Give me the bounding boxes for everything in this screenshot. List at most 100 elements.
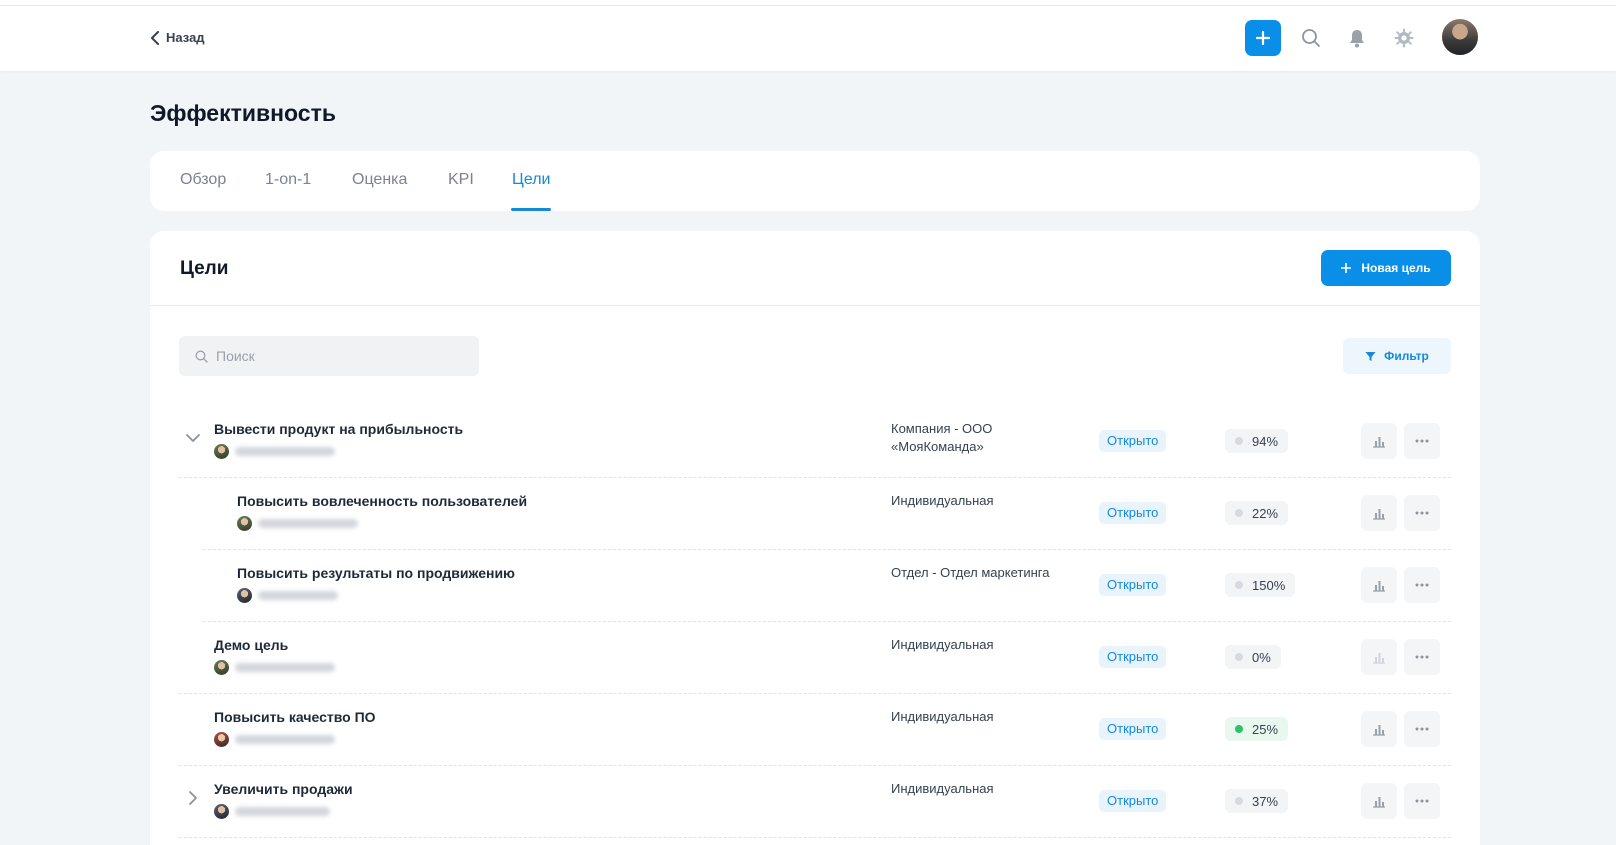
progress-dot — [1235, 797, 1243, 805]
more-horizontal-icon — [1415, 583, 1429, 587]
more-button[interactable] — [1404, 783, 1440, 819]
plus-icon — [1341, 263, 1352, 273]
goal-owner — [214, 732, 335, 747]
chart-button[interactable] — [1361, 711, 1397, 747]
status-badge: Открыто — [1099, 430, 1167, 452]
goal-row[interactable]: Повысить качество ПО Индивидуальная Откр… — [179, 694, 1451, 766]
status-badge: Открыто — [1099, 574, 1167, 596]
status-badge: Открыто — [1099, 790, 1167, 812]
goal-title[interactable]: Повысить вовлеченность пользователей — [237, 493, 527, 509]
bar-chart-icon — [1373, 653, 1385, 664]
goal-owner — [214, 660, 335, 675]
goal-type: Индивидуальная — [891, 709, 994, 724]
owner-avatar — [214, 660, 229, 675]
search-input[interactable] — [216, 348, 456, 364]
search-icon — [195, 350, 208, 363]
goal-title[interactable]: Демо цель — [214, 637, 288, 653]
goals-card: Цели Новая цель Фильтр Вывести продукт н… — [150, 231, 1480, 845]
progress-value: 94% — [1252, 433, 1279, 449]
bar-chart-icon — [1373, 725, 1385, 736]
user-avatar[interactable] — [1440, 17, 1480, 57]
goal-row[interactable]: Демо цель Индивидуальная Открыто 0% — [179, 622, 1451, 694]
goal-title[interactable]: Повысить качество ПО — [214, 709, 376, 725]
goals-list: Вывести продукт на прибыльность Компания… — [179, 406, 1451, 838]
back-label: Назад — [166, 30, 205, 45]
goal-row[interactable]: Повысить результаты по продвижению Отдел… — [203, 550, 1451, 622]
owner-avatar — [237, 588, 252, 603]
progress-badge: 0% — [1225, 645, 1281, 669]
goal-owner — [214, 804, 330, 819]
divider — [150, 305, 1480, 306]
more-button[interactable] — [1404, 711, 1440, 747]
quick-add-button[interactable] — [1245, 20, 1281, 56]
bar-chart-icon — [1373, 581, 1385, 592]
progress-dot — [1235, 653, 1243, 661]
progress-badge: 37% — [1225, 789, 1289, 813]
goal-owner — [214, 444, 335, 459]
goal-owner — [237, 516, 358, 531]
tab-goals[interactable]: Цели — [512, 171, 550, 189]
owner-name-blurred — [235, 663, 335, 672]
goal-row[interactable]: Повысить вовлеченность пользователей Инд… — [203, 478, 1451, 550]
goals-section-title: Цели — [180, 258, 229, 279]
goal-type: Отдел - Отдел маркетинга — [891, 565, 1050, 580]
owner-avatar — [214, 444, 229, 459]
tab-kpi[interactable]: KPI — [448, 171, 474, 189]
progress-dot — [1235, 509, 1243, 517]
progress-value: 22% — [1252, 505, 1279, 521]
chart-button[interactable] — [1361, 567, 1397, 603]
back-button[interactable]: Назад — [150, 30, 205, 45]
progress-badge: 25% — [1225, 717, 1289, 741]
owner-avatar — [237, 516, 252, 531]
status-badge: Открыто — [1099, 718, 1167, 740]
top-bar: Назад — [0, 6, 1616, 71]
bar-chart-icon — [1373, 509, 1385, 520]
bar-chart-icon — [1373, 797, 1385, 808]
chart-button[interactable] — [1361, 495, 1397, 531]
chevron-down-icon[interactable] — [185, 430, 201, 446]
chart-button[interactable] — [1361, 423, 1397, 459]
gear-icon — [1394, 28, 1414, 48]
settings-button[interactable] — [1391, 25, 1417, 51]
more-horizontal-icon — [1415, 511, 1429, 515]
progress-badge: 94% — [1225, 429, 1289, 453]
goal-title[interactable]: Увеличить продажи — [214, 781, 353, 797]
progress-dot — [1235, 581, 1243, 589]
search-icon — [1302, 29, 1320, 47]
bell-icon — [1350, 30, 1364, 48]
notifications-button[interactable] — [1344, 25, 1370, 51]
search-button[interactable] — [1298, 25, 1324, 51]
owner-name-blurred — [258, 519, 358, 528]
filter-label: Фильтр — [1384, 349, 1429, 363]
new-goal-button[interactable]: Новая цель — [1321, 250, 1451, 286]
more-button[interactable] — [1404, 639, 1440, 675]
filter-button[interactable]: Фильтр — [1343, 338, 1451, 374]
owner-name-blurred — [235, 447, 335, 456]
goal-type: Индивидуальная — [891, 493, 994, 508]
funnel-icon — [1365, 351, 1376, 361]
page-title: Эффективность — [150, 100, 336, 126]
tab-one-on-one[interactable]: 1-on-1 — [265, 171, 311, 189]
goal-title[interactable]: Вывести продукт на прибыльность — [214, 421, 463, 437]
progress-dot — [1235, 437, 1243, 445]
active-tab-indicator — [511, 208, 551, 211]
more-button[interactable] — [1404, 495, 1440, 531]
progress-value: 0% — [1252, 649, 1271, 665]
chevron-left-icon — [151, 30, 159, 45]
tab-assessment[interactable]: Оценка — [352, 171, 407, 189]
more-horizontal-icon — [1415, 799, 1429, 803]
goal-row[interactable]: Вывести продукт на прибыльность Компания… — [179, 406, 1451, 478]
more-button[interactable] — [1404, 567, 1440, 603]
goal-row[interactable]: Увеличить продажи Индивидуальная Открыто… — [179, 766, 1451, 838]
goal-title[interactable]: Повысить результаты по продвижению — [237, 565, 515, 581]
owner-name-blurred — [235, 807, 330, 816]
new-goal-label: Новая цель — [1361, 261, 1431, 275]
goal-type: Индивидуальная — [891, 637, 994, 652]
progress-dot — [1235, 725, 1243, 733]
chevron-right-icon[interactable] — [185, 790, 201, 806]
progress-badge: 150% — [1225, 573, 1296, 597]
tab-overview[interactable]: Обзор — [180, 171, 226, 189]
chart-button[interactable] — [1361, 639, 1397, 675]
more-button[interactable] — [1404, 423, 1440, 459]
chart-button[interactable] — [1361, 783, 1397, 819]
